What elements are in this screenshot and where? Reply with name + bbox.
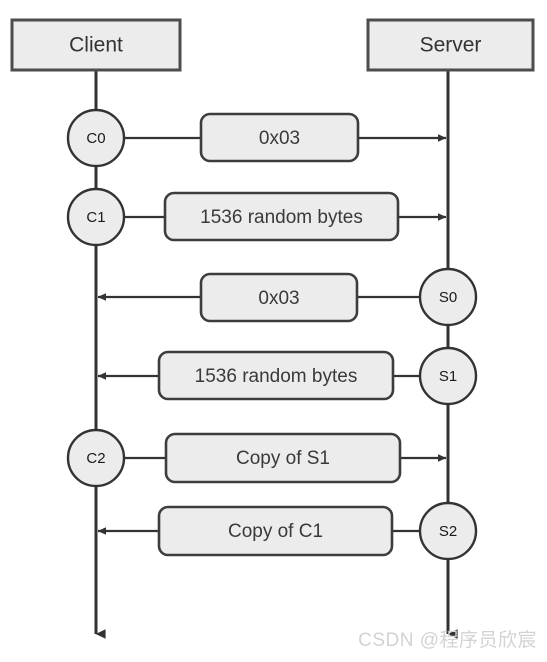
state-node-c0-label: C0 xyxy=(86,130,105,147)
participant-server-label: Server xyxy=(420,34,482,57)
message-s0[interactable]: 0x03 xyxy=(97,272,420,323)
message-c0[interactable]: 0x03 xyxy=(124,112,447,163)
state-node-c2-label: C2 xyxy=(86,450,105,467)
state-node-s2[interactable]: S2 xyxy=(418,501,478,561)
state-node-c0[interactable]: C0 xyxy=(66,108,126,168)
message-c2[interactable]: Copy of S1 xyxy=(124,432,447,484)
message-c2-label: Copy of S1 xyxy=(236,448,330,469)
message-s1-label: 1536 random bytes xyxy=(195,366,358,387)
participant-server[interactable]: Server xyxy=(366,18,535,72)
state-node-s1-label: S1 xyxy=(439,368,457,385)
message-c1[interactable]: 1536 random bytes xyxy=(124,191,447,242)
participant-client-label: Client xyxy=(69,34,123,57)
diagram-canvas: Client Server 0x03 1536 random bytes 0x0… xyxy=(10,18,537,651)
state-node-s0-label: S0 xyxy=(439,289,457,306)
state-node-s1[interactable]: S1 xyxy=(418,346,478,406)
watermark-label: CSDN @程序员欣宸 xyxy=(358,629,537,651)
message-s2[interactable]: Copy of C1 xyxy=(97,505,420,557)
state-node-s0[interactable]: S0 xyxy=(418,267,478,327)
sequence-diagram-root: Client Server 0x03 1536 random bytes 0x0… xyxy=(0,0,547,662)
state-node-c1[interactable]: C1 xyxy=(66,187,126,247)
message-s1[interactable]: 1536 random bytes xyxy=(97,350,420,401)
message-s0-label: 0x03 xyxy=(258,288,299,309)
state-node-c2[interactable]: C2 xyxy=(66,428,126,488)
message-c1-label: 1536 random bytes xyxy=(200,207,363,228)
participant-client[interactable]: Client xyxy=(10,18,182,72)
message-s2-label: Copy of C1 xyxy=(228,521,323,542)
state-node-c1-label: C1 xyxy=(86,209,105,226)
state-node-s2-label: S2 xyxy=(439,523,457,540)
message-c0-label: 0x03 xyxy=(259,128,300,149)
